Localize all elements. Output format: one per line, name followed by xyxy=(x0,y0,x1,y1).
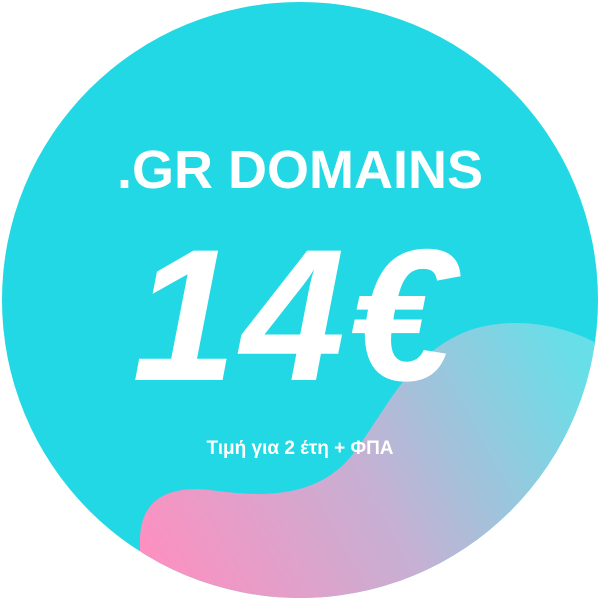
badge-price-note: Τιμή για 2 έτη + ΦΠΑ xyxy=(206,438,394,459)
badge-price: 14€ xyxy=(132,210,458,420)
promo-badge: .GR DOMAINS 14€ Τιμή για 2 έτη + ΦΠΑ xyxy=(0,0,600,600)
badge-title: .GR DOMAINS xyxy=(116,140,483,200)
